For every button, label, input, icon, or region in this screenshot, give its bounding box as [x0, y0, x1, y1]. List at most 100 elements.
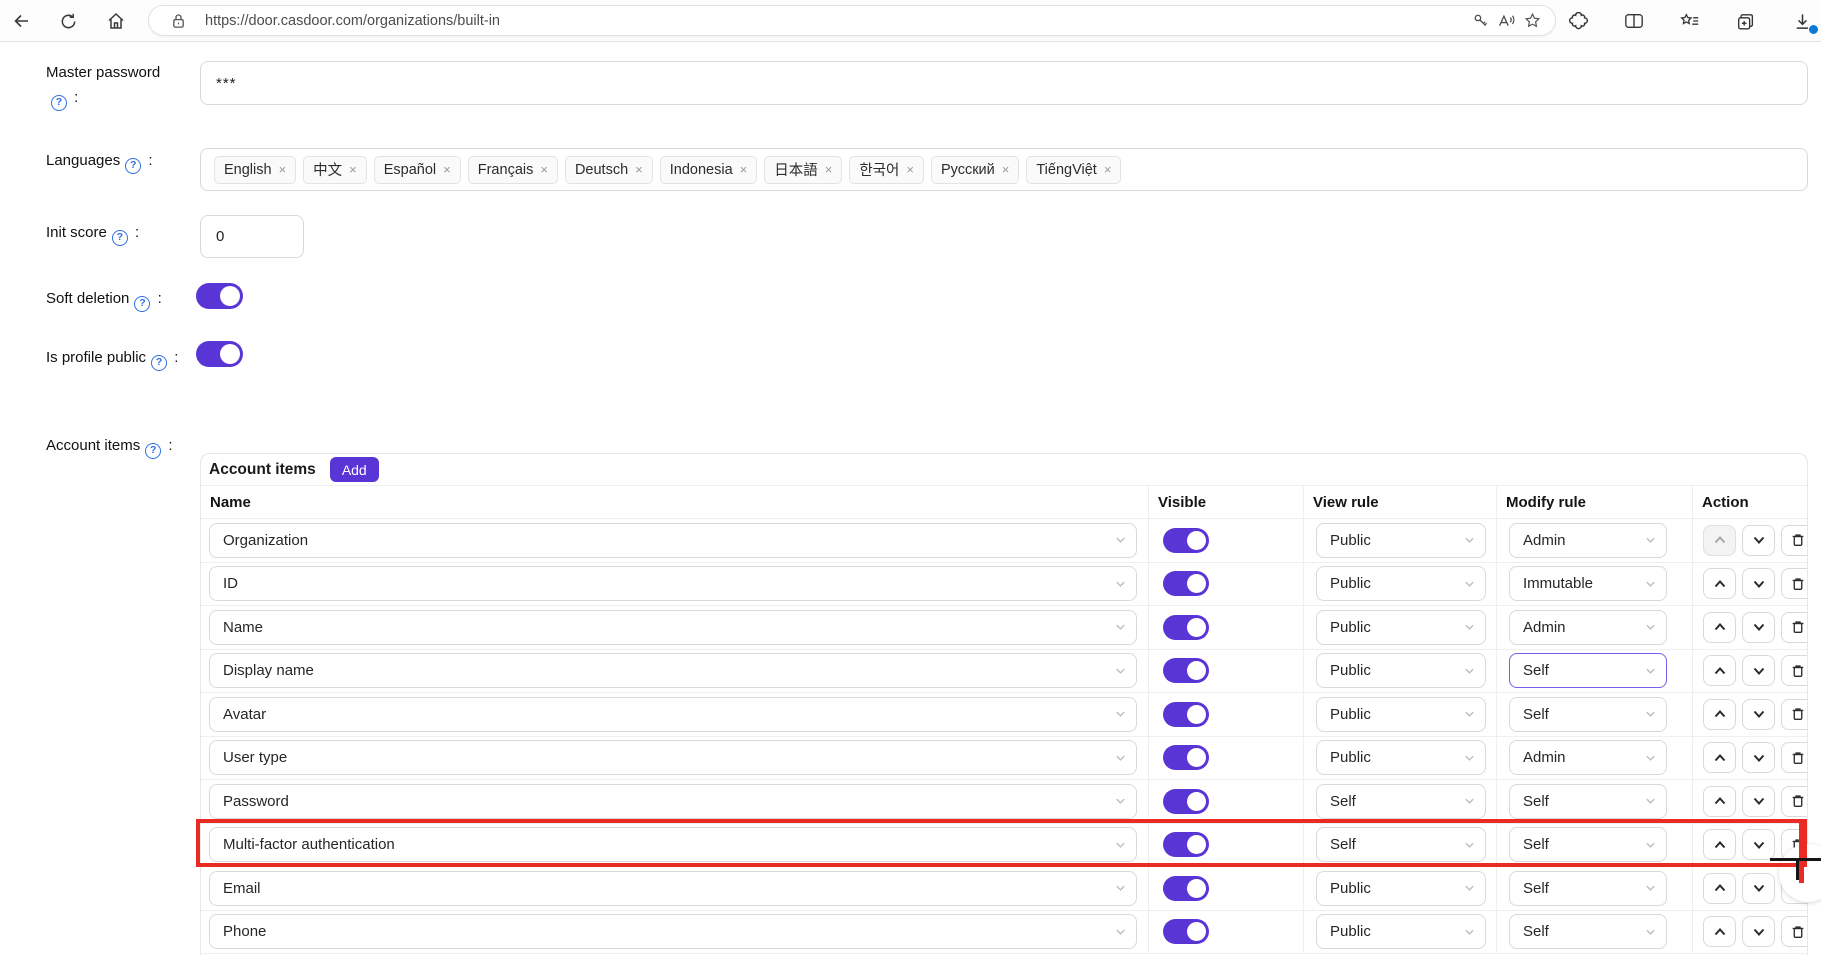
move-down-button[interactable] [1742, 916, 1775, 947]
account-item-name-select[interactable]: Password [209, 784, 1137, 819]
account-item-name-select[interactable]: Organization [209, 523, 1137, 558]
delete-button[interactable] [1781, 829, 1808, 860]
collections-icon[interactable] [1731, 5, 1761, 37]
visible-toggle[interactable] [1163, 571, 1209, 596]
modify-rule-select[interactable]: Self [1509, 653, 1667, 688]
account-item-name-select[interactable]: Multi-factor authentication [209, 827, 1137, 862]
split-screen-icon[interactable] [1619, 5, 1649, 37]
move-down-button[interactable] [1742, 699, 1775, 730]
move-up-button[interactable] [1703, 699, 1736, 730]
move-up-button[interactable] [1703, 916, 1736, 947]
tag-close-icon[interactable]: × [1104, 163, 1112, 176]
modify-rule-select[interactable]: Immutable [1509, 566, 1667, 601]
modify-rule-select[interactable]: Admin [1509, 610, 1667, 645]
key-icon[interactable] [1467, 8, 1493, 34]
modify-rule-select[interactable]: Self [1509, 871, 1667, 906]
delete-button[interactable] [1781, 568, 1808, 599]
view-rule-select[interactable]: Self [1316, 784, 1486, 819]
favorites-icon[interactable] [1675, 5, 1705, 37]
help-icon[interactable]: ? [145, 443, 161, 459]
modify-rule-select[interactable]: Self [1509, 914, 1667, 949]
account-item-name-select[interactable]: Email [209, 871, 1137, 906]
move-up-button[interactable] [1703, 742, 1736, 773]
move-down-button[interactable] [1742, 612, 1775, 643]
account-item-name-select[interactable]: Name [209, 610, 1137, 645]
account-item-name-select[interactable]: ID [209, 566, 1137, 601]
delete-button[interactable] [1781, 525, 1808, 556]
tag-close-icon[interactable]: × [279, 163, 287, 176]
visible-toggle[interactable] [1163, 876, 1209, 901]
account-item-name-select[interactable]: Phone [209, 914, 1137, 949]
delete-button[interactable] [1781, 916, 1808, 947]
move-down-button[interactable] [1742, 873, 1775, 904]
view-rule-select[interactable]: Public [1316, 914, 1486, 949]
account-item-name-select[interactable]: User type [209, 740, 1137, 775]
move-up-button[interactable] [1703, 873, 1736, 904]
lock-icon[interactable] [165, 8, 191, 34]
account-item-name-select[interactable]: Display name [209, 653, 1137, 688]
move-up-button[interactable] [1703, 568, 1736, 599]
tag-close-icon[interactable]: × [635, 163, 643, 176]
read-aloud-icon[interactable] [1493, 8, 1519, 34]
visible-toggle[interactable] [1163, 745, 1209, 770]
move-up-button[interactable] [1703, 612, 1736, 643]
account-item-name-select[interactable]: Avatar [209, 697, 1137, 732]
delete-button[interactable] [1781, 699, 1808, 730]
languages-select[interactable]: English×中文×Español×Français×Deutsch×Indo… [200, 148, 1808, 191]
visible-toggle[interactable] [1163, 658, 1209, 683]
move-down-button[interactable] [1742, 525, 1775, 556]
soft-deletion-toggle[interactable] [196, 283, 243, 309]
help-icon[interactable]: ? [112, 230, 128, 246]
view-rule-select[interactable]: Public [1316, 740, 1486, 775]
view-rule-select[interactable]: Public [1316, 697, 1486, 732]
delete-button[interactable] [1781, 612, 1808, 643]
tag-close-icon[interactable]: × [1002, 163, 1010, 176]
help-icon[interactable]: ? [51, 95, 67, 111]
help-icon[interactable]: ? [125, 158, 141, 174]
favorite-star-icon[interactable] [1519, 8, 1545, 34]
visible-toggle[interactable] [1163, 702, 1209, 727]
visible-toggle[interactable] [1163, 832, 1209, 857]
master-password-input[interactable]: *** [200, 61, 1808, 105]
delete-button[interactable] [1781, 655, 1808, 686]
init-score-input[interactable]: 0 [200, 215, 304, 258]
modify-rule-select[interactable]: Admin [1509, 523, 1667, 558]
tag-close-icon[interactable]: × [443, 163, 451, 176]
downloads-icon[interactable] [1787, 5, 1817, 37]
modify-rule-select[interactable]: Self [1509, 697, 1667, 732]
address-bar[interactable]: https://door.casdoor.com/organizations/b… [148, 5, 1556, 36]
tag-close-icon[interactable]: × [540, 163, 548, 176]
extensions-icon[interactable] [1563, 5, 1593, 37]
visible-toggle[interactable] [1163, 528, 1209, 553]
move-down-button[interactable] [1742, 742, 1775, 773]
tag-close-icon[interactable]: × [740, 163, 748, 176]
tag-close-icon[interactable]: × [906, 163, 914, 176]
modify-rule-select[interactable]: Admin [1509, 740, 1667, 775]
view-rule-select[interactable]: Public [1316, 566, 1486, 601]
home-icon[interactable] [100, 5, 132, 37]
view-rule-select[interactable]: Self [1316, 827, 1486, 862]
is-profile-public-toggle[interactable] [196, 341, 243, 367]
move-down-button[interactable] [1742, 786, 1775, 817]
move-up-button[interactable] [1703, 786, 1736, 817]
tag-close-icon[interactable]: × [825, 163, 833, 176]
delete-button[interactable] [1781, 786, 1808, 817]
move-down-button[interactable] [1742, 655, 1775, 686]
visible-toggle[interactable] [1163, 615, 1209, 640]
add-button[interactable]: Add [330, 457, 379, 482]
move-up-button[interactable] [1703, 829, 1736, 860]
move-down-button[interactable] [1742, 829, 1775, 860]
modify-rule-select[interactable]: Self [1509, 827, 1667, 862]
move-up-button[interactable] [1703, 525, 1736, 556]
view-rule-select[interactable]: Public [1316, 871, 1486, 906]
tag-close-icon[interactable]: × [349, 163, 357, 176]
refresh-icon[interactable] [52, 5, 84, 37]
move-down-button[interactable] [1742, 568, 1775, 599]
view-rule-select[interactable]: Public [1316, 653, 1486, 688]
modify-rule-select[interactable]: Self [1509, 784, 1667, 819]
back-icon[interactable] [6, 5, 38, 37]
move-up-button[interactable] [1703, 655, 1736, 686]
help-icon[interactable]: ? [134, 296, 150, 312]
visible-toggle[interactable] [1163, 789, 1209, 814]
delete-button[interactable] [1781, 873, 1808, 904]
